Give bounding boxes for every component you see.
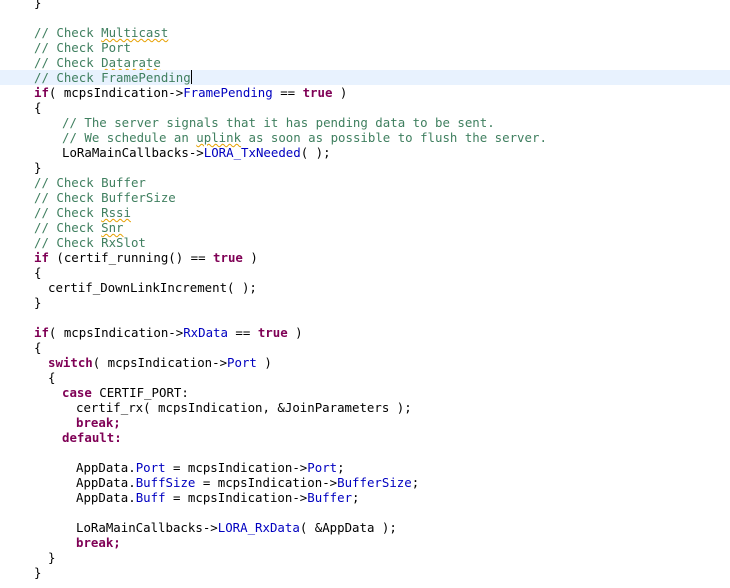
code-line: default: — [62, 430, 122, 445]
code-line: break; — [76, 415, 121, 430]
code-line: case CERTIF_PORT: — [62, 385, 189, 400]
code-line: } — [34, 0, 42, 10]
code-line: { — [34, 265, 42, 280]
current-code-line[interactable]: // Check FramePending — [0, 70, 730, 85]
text-caret — [190, 70, 192, 84]
code-line: { — [34, 340, 42, 355]
code-line: } — [34, 565, 42, 580]
code-line: } — [48, 550, 56, 565]
code-line: AppData.BuffSize = mcpsIndication->Buffe… — [76, 475, 420, 490]
code-line: if( mcpsIndication->RxData == true ) — [34, 325, 303, 340]
code-line: // Check Port — [34, 40, 131, 55]
code-editor[interactable]: } // Check Multicast // Check Port // Ch… — [0, 0, 730, 588]
code-line: } — [34, 160, 42, 175]
code-line: // Check Rssi — [34, 205, 131, 220]
code-line: // Check Snr — [34, 220, 124, 235]
code-line: // We schedule an uplink as soon as poss… — [62, 130, 547, 145]
code-line: LoRaMainCallbacks->LORA_RxData( &AppData… — [76, 520, 397, 535]
code-line: // Check BufferSize — [34, 190, 176, 205]
code-line: break; — [76, 535, 121, 550]
code-line: // Check RxSlot — [34, 235, 146, 250]
code-line: // Check Buffer — [34, 175, 146, 190]
code-line: } — [34, 295, 42, 310]
code-line: { — [34, 100, 42, 115]
code-line: if( mcpsIndication->FramePending == true… — [34, 85, 348, 100]
code-line: certif_rx( mcpsIndication, &JoinParamete… — [76, 400, 412, 415]
code-line: certif_DownLinkIncrement( ); — [48, 280, 257, 295]
code-line: // Check Multicast — [34, 25, 169, 40]
code-line: AppData.Port = mcpsIndication->Port; — [76, 460, 345, 475]
code-line: // Check Datarate — [34, 55, 161, 70]
code-line: if (certif_running() == true ) — [34, 250, 258, 265]
code-line: // The server signals that it has pendin… — [62, 115, 495, 130]
code-line: AppData.Buff = mcpsIndication->Buffer; — [76, 490, 360, 505]
code-line: { — [48, 370, 56, 385]
code-line: LoRaMainCallbacks->LORA_TxNeeded( ); — [62, 145, 331, 160]
code-line: switch( mcpsIndication->Port ) — [48, 355, 272, 370]
